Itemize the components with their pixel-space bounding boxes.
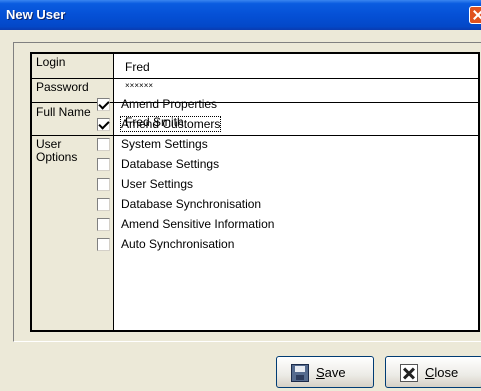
option-label: Database Synchronisation bbox=[121, 197, 262, 211]
checkbox[interactable] bbox=[97, 218, 110, 231]
option-label: Amend Customers bbox=[119, 116, 222, 132]
checkbox[interactable] bbox=[97, 238, 110, 251]
title-bar: New User bbox=[0, 0, 481, 30]
checkbox[interactable] bbox=[97, 138, 110, 151]
checkbox[interactable] bbox=[97, 198, 110, 211]
save-icon bbox=[291, 364, 309, 382]
checkbox[interactable] bbox=[97, 118, 110, 131]
save-button-label: Save bbox=[316, 365, 346, 380]
user-grid: Login Fred Password ×××××× Full Name Fre… bbox=[30, 52, 480, 332]
login-row: Login Fred bbox=[32, 54, 478, 78]
option-label: User Settings bbox=[121, 177, 194, 191]
option-label: Auto Synchronisation bbox=[121, 237, 235, 251]
close-button-label: Close bbox=[425, 365, 459, 380]
option-label: Amend Sensitive Information bbox=[121, 217, 275, 231]
login-label: Login bbox=[32, 54, 114, 78]
save-button[interactable]: Save bbox=[276, 356, 374, 388]
checkbox[interactable] bbox=[97, 98, 110, 111]
option-label: Database Settings bbox=[121, 157, 220, 171]
option-label: Amend Properties bbox=[121, 97, 218, 111]
window-close-icon[interactable] bbox=[469, 6, 481, 24]
close-button[interactable]: Close bbox=[385, 356, 481, 388]
option-label: System Settings bbox=[121, 137, 208, 151]
login-field[interactable]: Fred bbox=[114, 54, 478, 78]
window-title: New User bbox=[6, 7, 66, 22]
checkbox[interactable] bbox=[97, 158, 110, 171]
checkbox[interactable] bbox=[97, 178, 110, 191]
close-icon bbox=[400, 364, 418, 382]
